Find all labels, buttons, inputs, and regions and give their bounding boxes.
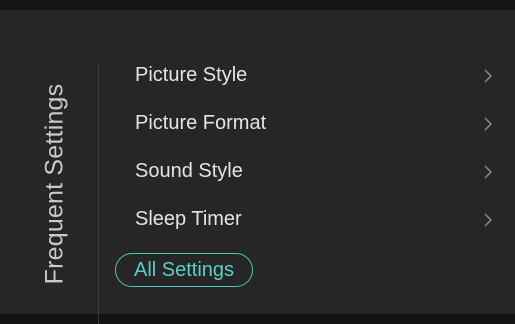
menu-item-sleep-timer[interactable]: Sleep Timer <box>110 199 500 239</box>
chevron-right-icon <box>484 117 492 131</box>
chevron-right-icon <box>484 213 492 227</box>
menu-item-label: Sound Style <box>135 160 243 182</box>
chevron-right-icon <box>484 165 492 179</box>
chevron-right-icon <box>484 69 492 83</box>
menu-item-picture-format[interactable]: Picture Format <box>110 103 500 143</box>
menu-item-sound-style[interactable]: Sound Style <box>110 151 500 191</box>
menu-item-label: Picture Style <box>135 64 248 86</box>
menu-item-picture-style[interactable]: Picture Style <box>110 55 500 95</box>
menu-item-label: Picture Format <box>135 112 267 134</box>
settings-menu-list: Picture Style Picture Format Sound Style… <box>0 0 515 314</box>
menu-item-label: Sleep Timer <box>135 208 242 230</box>
all-settings-button[interactable]: All Settings <box>115 253 254 287</box>
